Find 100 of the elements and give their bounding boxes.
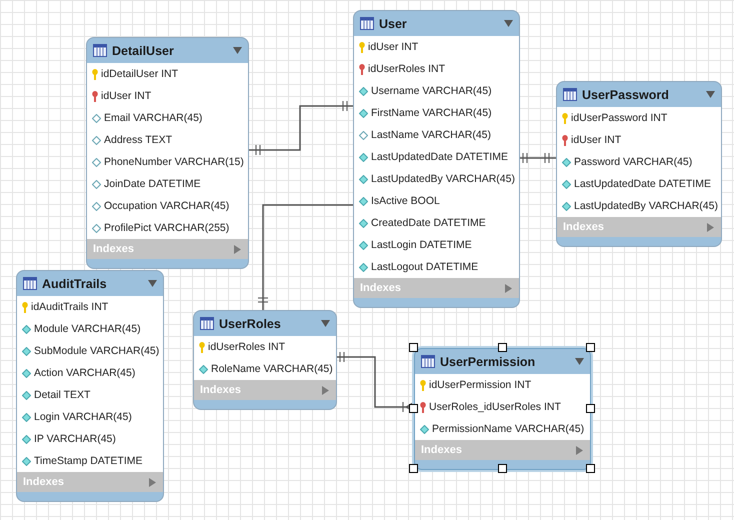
column-label: IsActive BOOL (371, 195, 440, 207)
column-label: Email VARCHAR(45) (104, 112, 202, 124)
column-label: LastUpdatedDate DATETIME (574, 178, 711, 190)
diamond-icon (22, 434, 31, 444)
collapse-caret-icon[interactable] (233, 46, 242, 55)
relationship-line (518, 152, 556, 164)
indexes-label: Indexes (93, 243, 134, 255)
column-label: idUserRoles INT (208, 341, 286, 353)
column-label: Login VARCHAR(45) (34, 411, 132, 423)
hollow-diamond-icon (92, 224, 101, 232)
diamond-icon (562, 158, 571, 166)
table-title: DetailUser (112, 44, 175, 58)
collapse-caret-icon[interactable] (321, 319, 330, 328)
column-label: idDetailUser INT (101, 68, 178, 80)
diamond-icon (22, 368, 31, 378)
table-card[interactable]: UserPassword idUserPassword INT idUser INT Password VARCHAR(45) LastUpdatedDate DATETIME LastUpdatedBy VARCHAR(45) Indexes (556, 81, 722, 247)
indexes-label: Indexes (421, 444, 462, 456)
diamond-icon (22, 412, 31, 422)
key-icon (359, 64, 365, 74)
column-label: idUserPermission INT (429, 379, 532, 391)
key-icon (420, 402, 426, 412)
hollow-diamond-icon (92, 136, 101, 144)
indexes-label: Indexes (200, 384, 241, 396)
column-label: Address TEXT (104, 134, 172, 146)
column-label: Module VARCHAR(45) (34, 323, 141, 335)
diamond-icon (562, 202, 571, 210)
resize-handle[interactable] (586, 464, 595, 473)
table-title: UserPassword (582, 88, 670, 102)
hollow-diamond-icon (92, 158, 101, 166)
table-icon (200, 317, 214, 330)
resize-handle[interactable] (498, 343, 506, 352)
column-label: FirstName VARCHAR(45) (371, 107, 492, 119)
column-label: Action VARCHAR(45) (34, 367, 136, 379)
table-card[interactable] (353, 10, 520, 308)
table-title: AuditTrails (42, 276, 108, 290)
column-label: IP VARCHAR(45) (34, 433, 116, 445)
hollow-diamond-icon (92, 114, 101, 122)
resize-handle[interactable] (498, 464, 506, 473)
collapse-caret-icon[interactable] (504, 19, 513, 28)
column-label: LastUpdatedDate DATETIME (371, 151, 508, 163)
column-label: ProfilePict VARCHAR(255) (104, 222, 230, 234)
collapse-caret-icon[interactable] (706, 90, 715, 99)
column-label: LastUpdatedBy VARCHAR(45) (574, 200, 718, 212)
table-title: UserRoles (219, 316, 282, 330)
column-label: SubModule VARCHAR(45) (34, 345, 160, 357)
resize-handle[interactable] (409, 343, 418, 352)
table-icon (93, 44, 107, 57)
hollow-diamond-icon (92, 180, 101, 188)
column-label: Detail TEXT (34, 389, 90, 401)
column-label: RoleName VARCHAR(45) (211, 363, 333, 375)
table-title: User (379, 16, 408, 30)
column-label: Occupation VARCHAR(45) (104, 200, 230, 212)
resize-handle[interactable] (409, 404, 418, 412)
key-icon (359, 42, 365, 52)
column-label: Password VARCHAR(45) (574, 156, 692, 168)
table-icon (23, 277, 37, 290)
key-icon (199, 342, 205, 352)
column-label: JoinDate DATETIME (104, 178, 201, 190)
expand-caret-icon[interactable] (321, 386, 330, 394)
diamond-icon (420, 424, 429, 434)
resize-handle[interactable] (586, 404, 595, 412)
column-label: LastLogout DATETIME (371, 261, 478, 273)
column-label: LastUpdatedBy VARCHAR(45) (371, 173, 515, 185)
collapse-caret-icon[interactable] (575, 357, 584, 366)
diamond-icon (199, 364, 208, 374)
column-label: idUser INT (101, 90, 152, 102)
column-label: idUserRoles INT (368, 63, 446, 75)
diamond-icon (359, 86, 368, 96)
resize-handle[interactable] (409, 464, 418, 473)
key-icon (92, 90, 98, 102)
expand-caret-icon[interactable] (575, 446, 584, 454)
diamond-icon (22, 324, 31, 334)
expand-caret-icon[interactable] (148, 478, 157, 486)
table-card[interactable]: UserPermission idUserPermission INT UserRoles_idUserRoles INT PermissionName VARCHAR(45) Indexes (414, 348, 591, 470)
column-label: idUser INT (571, 134, 622, 146)
table-icon (563, 88, 577, 101)
diamond-icon (359, 108, 368, 118)
expand-caret-icon[interactable] (504, 284, 513, 292)
column-label: idAuditTrails INT (31, 301, 108, 313)
diamond-icon (359, 240, 368, 250)
column-label: PermissionName VARCHAR(45) (432, 423, 584, 435)
column-label: CreatedDate DATETIME (371, 217, 486, 229)
diamond-icon (562, 180, 571, 188)
column-label: LastLogin DATETIME (371, 239, 472, 251)
table-card[interactable]: DetailUser idDetailUser INT idUser INT Email VARCHAR(45) Address TEXT PhoneNumber VARCHAR(15) JoinDate DATETIME Occupation VARCHAR(45) ProfilePict VARCHAR(255) Indexes (86, 37, 249, 269)
indexes-label: Indexes (360, 282, 401, 294)
expand-caret-icon[interactable] (233, 244, 242, 254)
column-label: idUserPassword INT (571, 112, 668, 124)
key-icon (420, 380, 426, 390)
resize-handle[interactable] (586, 343, 595, 352)
table-card[interactable]: UserRoles idUserRoles INT RoleName VARCHAR(45) Indexes (193, 310, 337, 410)
collapse-caret-icon[interactable] (148, 279, 157, 288)
diamond-icon (359, 174, 368, 184)
diamond-icon (22, 346, 31, 356)
expand-caret-icon[interactable] (706, 222, 715, 232)
column-label: idUser INT (368, 41, 418, 53)
table-card[interactable]: AuditTrails idAuditTrails INT Module VARCHAR(45) SubModule VARCHAR(45) Action VARCHAR(45) Detail TEXT Login VARCHAR(45) IP VARCHAR(45) TimeStamp DATETIME Indexes (16, 270, 164, 502)
diamond-icon (359, 262, 368, 272)
key-icon (562, 134, 568, 146)
column-label: TimeStamp DATETIME (34, 455, 143, 467)
